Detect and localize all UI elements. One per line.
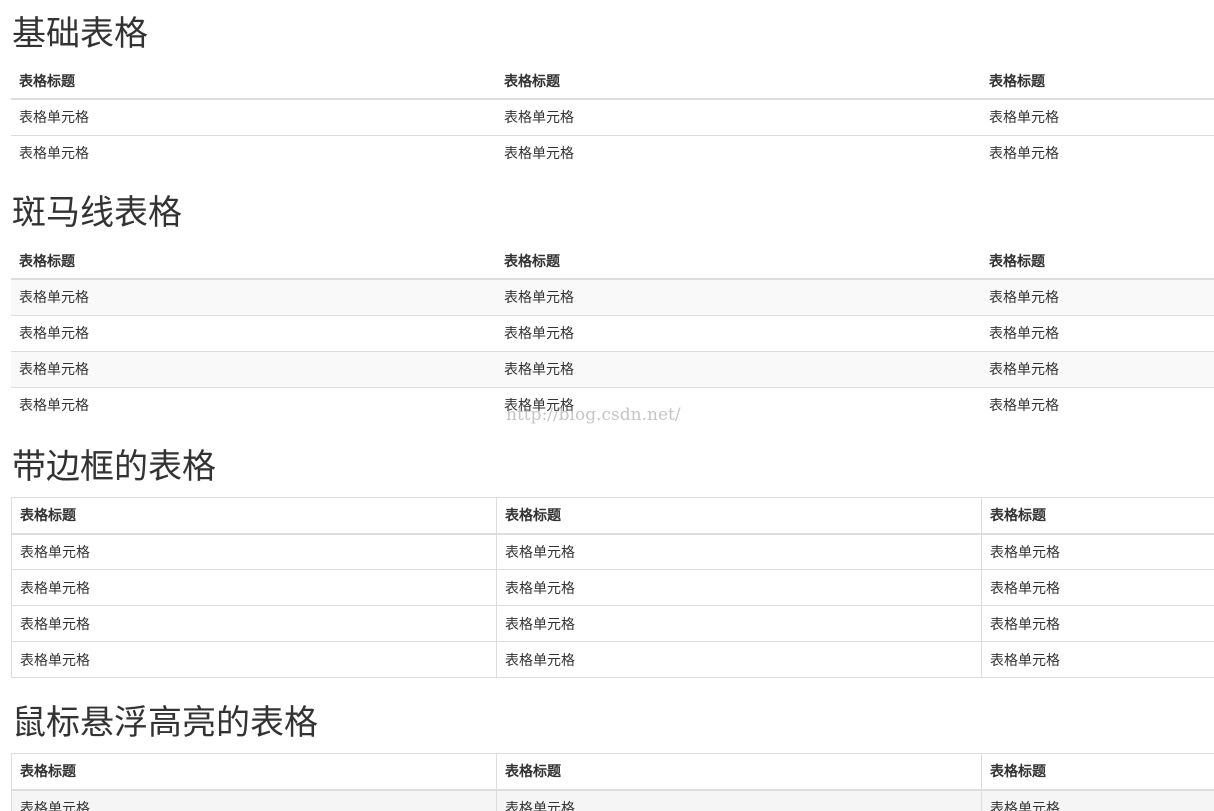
table-row: 表格单元格 表格单元格 表格单元格 [11, 569, 1214, 606]
table-cell: 表格单元格 [496, 641, 982, 678]
striped-table: 表格标题 表格标题 表格标题 表格单元格 表格单元格 表格单元格 表格单元格 表… [11, 243, 1214, 423]
bordered-table-title: 带边框的表格 [12, 447, 216, 487]
table-cell: 表格单元格 [11, 533, 497, 570]
table-cell: 表格单元格 [981, 134, 1214, 171]
column-header: 表格标题 [981, 753, 1214, 791]
table-row[interactable]: 表格单元格 表格单元格 表格单元格 [11, 789, 1214, 811]
column-header: 表格标题 [496, 243, 981, 280]
table-cell: 表格单元格 [11, 350, 496, 387]
table-cell: 表格单元格 [981, 605, 1214, 642]
table-cell: 表格单元格 [496, 533, 982, 570]
table-row: 表格单元格 表格单元格 表格单元格 [11, 641, 1214, 678]
table-cell: 表格单元格 [496, 350, 981, 387]
table-cell: 表格单元格 [981, 569, 1214, 606]
table-cell: 表格单元格 [11, 569, 497, 606]
column-header: 表格标题 [981, 497, 1214, 535]
table-header-row: 表格标题 表格标题 表格标题 [11, 63, 1214, 100]
table-cell: 表格单元格 [19, 110, 89, 127]
table-row: 表格单元格 表格单元格 表格单元格 [11, 134, 1214, 171]
table-row: 表格单元格 表格单元格 表格单元格 [11, 533, 1214, 570]
table-cell: 表格单元格 [11, 279, 496, 315]
table-cell: 表格单元格 [504, 110, 574, 127]
table-cell: 表格单元格 [981, 789, 1214, 811]
column-header: 表格标题 [981, 63, 1214, 100]
table-cell: 表格单元格 [11, 789, 497, 811]
table-cell: 表格单元格 [989, 110, 1059, 127]
table-cell: 表格单元格 [981, 386, 1214, 423]
column-header: 表格标题 [981, 243, 1214, 280]
basic-table-title: 基础表格 [12, 14, 148, 54]
table-header-row: 表格标题 表格标题 表格标题 [11, 497, 1214, 535]
table-cell: 表格单元格 [496, 314, 981, 351]
table-cell: 表格单元格 [11, 605, 497, 642]
striped-table-title: 斑马线表格 [12, 193, 182, 233]
column-header: 表格标题 [496, 63, 981, 100]
table-row: 表格单元格 表格单元格 表格单元格 [11, 386, 1214, 423]
column-header: 表格标题 [11, 497, 497, 535]
hover-table-title: 鼠标悬浮高亮的表格 [12, 703, 318, 743]
table-cell: 表格单元格 [11, 134, 496, 171]
table-header-row: 表格标题 表格标题 表格标题 [11, 753, 1214, 791]
table-cell: 表格单元格 [981, 641, 1214, 678]
table-cell: 表格单元格 [981, 279, 1214, 315]
table-row: 表格单元格 表格单元格 表格单元格 [11, 99, 1214, 135]
table-row: 表格单元格 表格单元格 表格单元格 [11, 350, 1214, 387]
table-header-row: 表格标题 表格标题 表格标题 [11, 243, 1214, 280]
table-cell: 表格单元格 [11, 314, 496, 351]
table-cell: 表格单元格 [981, 533, 1214, 570]
column-header: 表格标题 [496, 753, 982, 791]
table-cell: 表格单元格 [496, 789, 982, 811]
table-row: 表格单元格 表格单元格 表格单元格 [11, 605, 1214, 642]
table-cell: 表格单元格 [981, 350, 1214, 387]
hover-table: 表格标题 表格标题 表格标题 表格单元格 表格单元格 表格单元格 [11, 753, 1214, 811]
table-row: 表格单元格 表格单元格 表格单元格 [11, 314, 1214, 351]
table-cell: 表格单元格 [496, 134, 981, 171]
table-cell: 表格单元格 [11, 386, 496, 423]
column-header: 表格标题 [11, 63, 496, 100]
column-header: 表格标题 [11, 753, 497, 791]
table-cell: 表格单元格 [11, 641, 497, 678]
table-row: 表格单元格 表格单元格 表格单元格 [11, 279, 1214, 315]
column-header: 表格标题 [496, 497, 982, 535]
table-cell: 表格单元格 [496, 605, 982, 642]
table-cell: 表格单元格 [496, 279, 981, 315]
basic-table: 表格标题 表格标题 表格标题 表格单元格 表格单元格 表格单元格 表格单元格 表… [11, 63, 1214, 171]
table-cell: 表格单元格 [496, 386, 981, 423]
table-cell: 表格单元格 [981, 314, 1214, 351]
table-cell: 表格单元格 [496, 569, 982, 606]
column-header: 表格标题 [11, 243, 496, 280]
bordered-table: 表格标题 表格标题 表格标题 表格单元格 表格单元格 表格单元格 表格单元格 表… [11, 497, 1214, 678]
